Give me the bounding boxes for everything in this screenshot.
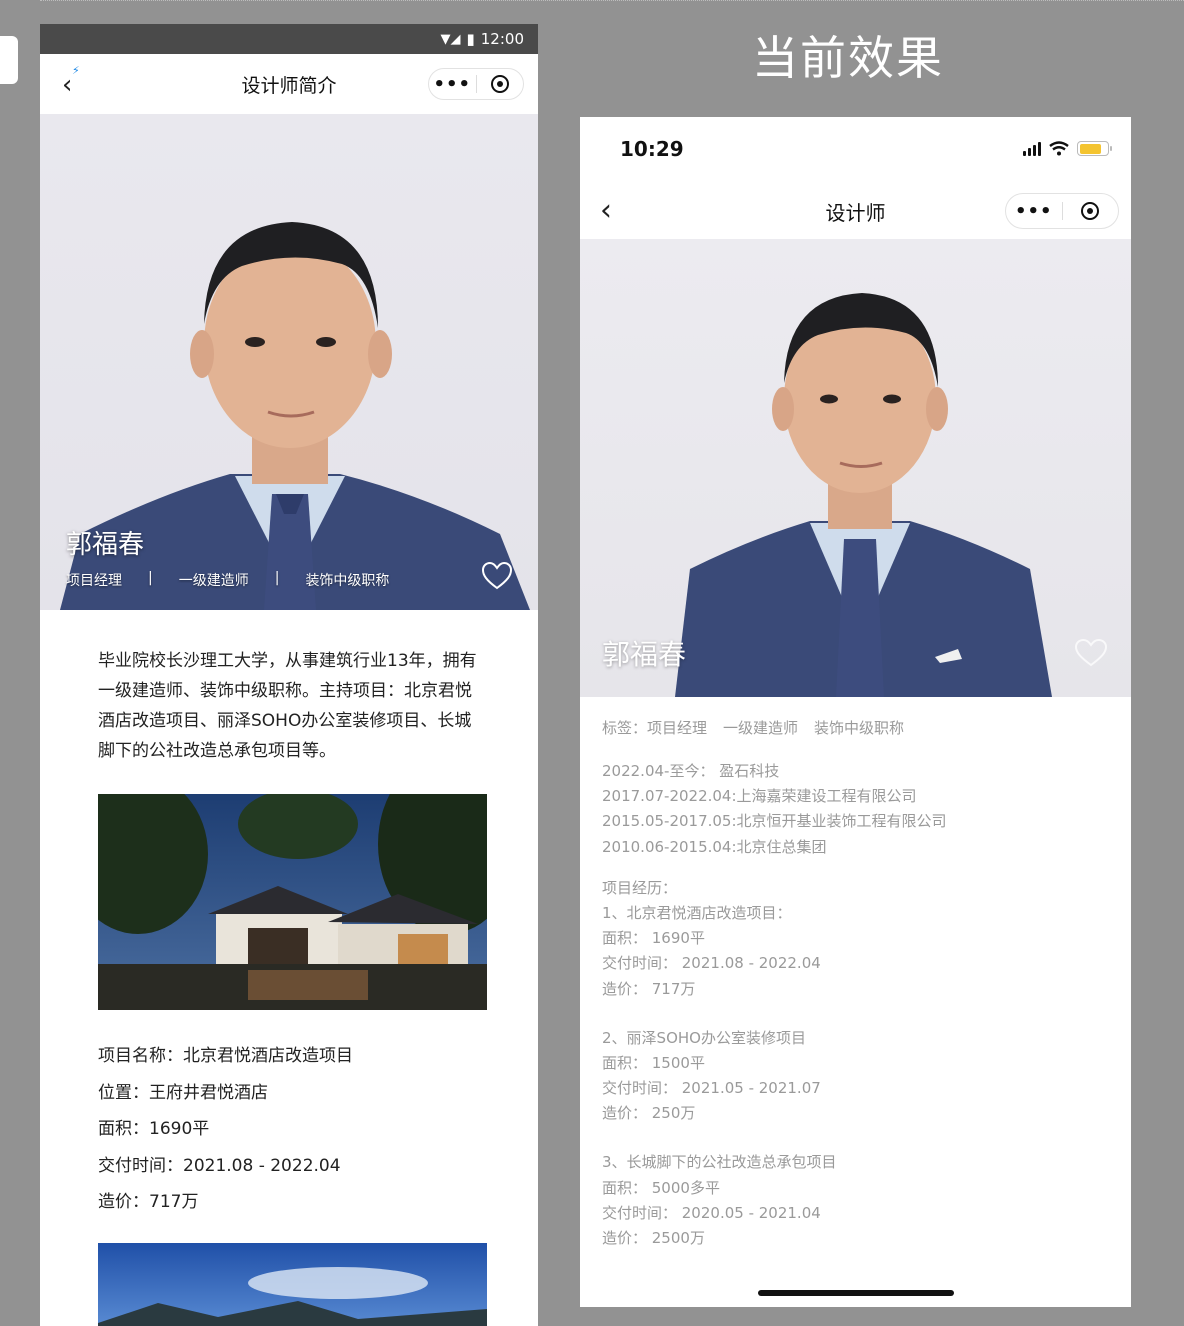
nav-bar: ‹ ⚡ 设计师简介 ••• <box>40 54 538 114</box>
design-mockup-phone: ▼◢ ▮ 12:00 ‹ ⚡ 设计师简介 ••• 郭福春 项目经理 | 一级建造… <box>40 24 538 1326</box>
history-item: 2022.04-至今： 盈石科技 <box>602 762 780 780</box>
project-item: 1、北京君悦酒店改造项目： 面积： 1690平 交付时间： 2021.08 - … <box>602 901 1109 1002</box>
back-button[interactable]: ‹ <box>600 193 612 228</box>
wifi-icon <box>1049 141 1069 156</box>
more-button[interactable]: ••• <box>429 74 476 95</box>
project-area: 面积：1690平 <box>98 1119 210 1139</box>
cellular-signal-icon <box>1023 141 1041 156</box>
project-delivery: 交付时间：2021.08 - 2022.04 <box>98 1155 341 1176</box>
nav-bar: ‹ 设计师 ••• <box>580 183 1131 239</box>
tag: 装饰中级职称 <box>305 573 390 589</box>
side-tab[interactable] <box>0 36 18 84</box>
project-name: 项目名称：北京君悦酒店改造项目 <box>98 1046 353 1066</box>
target-icon <box>490 75 509 93</box>
project-photo[interactable] <box>98 1242 487 1326</box>
content-area: 标签： 项目经理 一级建造师 装饰中级职称 2022.04-至今： 盈石科技 2… <box>580 697 1131 1251</box>
project-item: 3、长城脚下的公社改造总承包项目 面积： 5000多平 交付时间： 2020.0… <box>602 1150 1109 1251</box>
target-icon <box>1081 202 1100 220</box>
tag: 项目经理 <box>647 719 708 737</box>
status-time: 10:29 <box>620 137 684 161</box>
project-title: 2、丽泽SOHO办公室装修项目 <box>602 1028 806 1047</box>
battery-icon: ▮ <box>466 30 475 48</box>
designer-portrait: 郭福春 项目经理 | 一级建造师 | 装饰中级职称 <box>40 114 538 610</box>
history-item: 2017.07-2022.04:上海嘉荣建设工程有限公司 <box>602 787 917 806</box>
wifi-signal-icon: ▼◢ <box>440 31 461 47</box>
close-button[interactable] <box>477 75 524 93</box>
status-bar: ▼◢ ▮ 12:00 <box>40 24 538 54</box>
content-area: 毕业院校长沙理工大学，从事建筑行业13年，拥有一级建造师、装饰中级职称。主持项目… <box>40 610 538 1326</box>
project-experience: 项目经历： 1、北京君悦酒店改造项目： 面积： 1690平 交付时间： 2021… <box>602 876 1109 1251</box>
page-title: 设计师简介 <box>241 74 337 97</box>
designer-intro: 毕业院校长沙理工大学，从事建筑行业13年，拥有一级建造师、装饰中级职称。主持项目… <box>98 651 477 761</box>
history-item: 2015.05-2017.05:北京恒开基业装饰工程有限公司 <box>602 812 947 831</box>
project-delivery: 交付时间： 2021.05 - 2021.07 <box>602 1079 821 1098</box>
page-title: 设计师 <box>825 200 886 225</box>
designer-name: 郭福春 <box>602 638 687 671</box>
project-item: 2、丽泽SOHO办公室装修项目 面积： 1500平 交付时间： 2021.05 … <box>602 1026 1109 1127</box>
project-title: 3、长城脚下的公社改造总承包项目 <box>602 1153 837 1172</box>
designer-name: 郭福春 <box>66 530 145 560</box>
project-info: 项目名称：北京君悦酒店改造项目 位置：王府井君悦酒店 面积：1690平 交付时间… <box>98 1042 480 1225</box>
project-area: 面积： 5000多平 <box>602 1178 720 1197</box>
tag-divider: | <box>148 570 153 586</box>
project-delivery: 交付时间： 2021.08 - 2022.04 <box>602 954 821 973</box>
more-button[interactable]: ••• <box>1006 201 1062 222</box>
battery-icon <box>1077 141 1112 156</box>
top-divider <box>40 0 1184 6</box>
project-area: 面积： 1500平 <box>602 1053 705 1072</box>
history-item: 2010.06-2015.04:北京住总集团 <box>602 837 827 856</box>
work-history: 2022.04-至今： 盈石科技 2017.07-2022.04:上海嘉荣建设工… <box>602 759 1109 860</box>
project-delivery: 交付时间： 2020.05 - 2021.04 <box>602 1203 821 1222</box>
designer-tags: 标签： 项目经理 一级建造师 装饰中级职称 <box>602 717 1109 745</box>
project-cost: 造价： 717万 <box>602 979 696 998</box>
close-button[interactable] <box>1063 202 1119 220</box>
project-cost: 造价： 2500万 <box>602 1229 705 1247</box>
heart-icon[interactable] <box>482 562 512 590</box>
status-bar: 10:29 <box>580 117 1131 183</box>
projects-header: 项目经历： <box>602 878 678 897</box>
designer-portrait: 郭福春 <box>580 239 1131 697</box>
project-title: 1、北京君悦酒店改造项目： <box>602 903 792 922</box>
project-cost: 造价： 250万 <box>602 1104 696 1123</box>
bolt-icon: ⚡ <box>72 64 80 77</box>
back-button[interactable]: ‹ ⚡ <box>62 64 80 100</box>
mini-program-capsule: ••• <box>428 68 524 100</box>
project-cost: 造价：717万 <box>98 1192 199 1212</box>
home-indicator <box>758 1290 954 1296</box>
tag: 装饰中级职称 <box>814 719 905 737</box>
current-effect-label: 当前效果 <box>752 31 944 85</box>
project-location: 位置：王府井君悦酒店 <box>98 1082 268 1103</box>
tag-divider: | <box>274 570 280 586</box>
heart-icon[interactable] <box>1075 639 1107 667</box>
project-area: 面积： 1690平 <box>602 929 705 948</box>
mini-program-capsule: ••• <box>1005 193 1119 229</box>
tags-label: 标签： <box>602 719 648 737</box>
project-photo[interactable] <box>68 754 518 1010</box>
current-effect-phone: 10:29 ‹ 设计师 ••• 郭福春 标签： 项目经理 一级建造师 装饰中级职… <box>580 117 1131 1307</box>
designer-tags: 项目经理 | 一级建造师 | 装饰中级职称 <box>66 570 389 590</box>
status-time: 12:00 <box>480 30 524 48</box>
tag: 项目经理 <box>66 573 122 589</box>
portrait-photo <box>675 293 1052 697</box>
tag: 一级建造师 <box>723 719 799 737</box>
tag: 一级建造师 <box>178 573 249 589</box>
